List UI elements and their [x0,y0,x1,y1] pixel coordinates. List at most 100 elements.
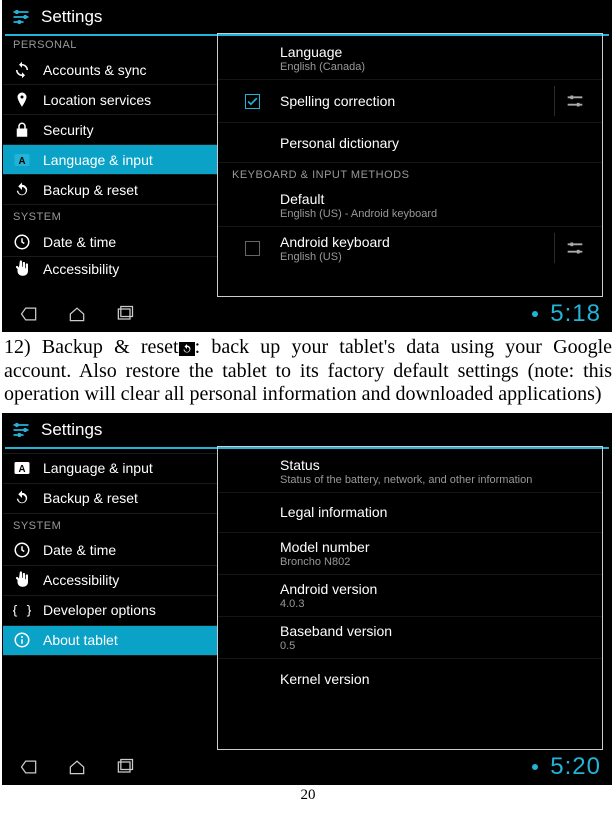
android-kb-settings-button[interactable] [554,233,594,263]
sidebar-item-backup[interactable]: Backup & reset [3,175,217,205]
entry-title: Kernel version [280,671,594,687]
sidebar-item-label: Date & time [43,542,116,558]
system-navbar: 5:18 [3,297,611,331]
info-icon [11,629,33,651]
settings-titlebar: Settings [3,414,611,446]
entry-title: Personal dictionary [280,135,594,151]
sidebar-item-label: Accessibility [43,261,119,277]
sidebar-item-label: Backup & reset [43,490,138,506]
page-number: 20 [2,787,614,804]
sidebar-item-accessibility[interactable]: Accessibility [3,566,217,596]
recent-apps-button[interactable] [105,300,145,328]
instruction-paragraph: 12) Backup & reset: back up your tablet'… [4,336,612,407]
entry-title: Spelling correction [280,93,554,109]
section-system: SYSTEM [3,205,217,227]
entry-title: Legal information [280,504,594,520]
entry-subtitle: 0.5 [280,640,594,652]
settings-icon [7,5,35,29]
entry-android-version[interactable]: Android version 4.0.3 [218,575,602,617]
sliders-icon [564,237,586,259]
entry-legal[interactable]: Legal information [218,493,602,533]
sidebar-item-label: About tablet [43,632,118,648]
sidebar-item-label: Backup & reset [43,182,138,198]
sidebar-item-backup[interactable]: Backup & reset [3,484,217,514]
reset-icon [11,487,33,509]
spelling-settings-button[interactable] [554,86,594,116]
sidebar-item-label: Developer options [43,602,156,618]
clock-icon [11,539,33,561]
entry-subtitle: Broncho N802 [280,556,594,568]
entry-default-kb[interactable]: Default English (US) - Android keyboard [218,185,602,227]
clock-icon [11,231,33,253]
sidebar-item-about[interactable]: About tablet [3,626,217,656]
sidebar-item-developer[interactable]: Developer options [3,596,217,626]
entry-language[interactable]: Language English (Canada) [218,38,602,80]
sidebar-item-label: Date & time [43,234,116,250]
sliders-icon [564,90,586,112]
back-button[interactable] [9,753,49,781]
entry-model[interactable]: Model number Broncho N802 [218,533,602,575]
screenshot-language-input: Settings PERSONAL Accounts & sync Locati… [2,0,612,332]
notification-dot [532,311,538,317]
status-clock: 5:18 [550,300,601,328]
entry-kernel[interactable]: Kernel version [218,659,602,699]
entry-title: Android version [280,581,594,597]
sidebar-item-language[interactable]: Language & input [3,145,217,175]
recent-apps-button[interactable] [105,753,145,781]
entry-subtitle: 4.0.3 [280,598,594,610]
entry-baseband[interactable]: Baseband version 0.5 [218,617,602,659]
entry-subtitle: English (US) [280,251,554,263]
entry-spelling[interactable]: Spelling correction [218,80,602,123]
entry-title: Default [280,191,594,207]
sidebar-item-label: Accounts & sync [43,62,147,78]
entry-dictionary[interactable]: Personal dictionary [218,123,602,163]
settings-icon [7,418,35,442]
reset-inline-icon [179,342,195,356]
section-system: SYSTEM [3,514,217,536]
screenshot-about-tablet: Settings Language & input Backup & reset… [2,413,612,785]
hand-icon [11,569,33,591]
sidebar-item-datetime[interactable]: Date & time [3,227,217,257]
settings-titlebar: Settings [3,1,611,33]
sidebar-item-label: Security [43,122,94,138]
sync-icon [11,59,33,81]
notification-dot [532,764,538,770]
entry-title: Android keyboard [280,234,554,250]
reset-icon [11,179,33,201]
settings-detail-pane: Status Status of the battery, network, a… [217,446,603,750]
settings-detail-pane: Language English (Canada) Spelling corre… [217,33,603,297]
document-page: Settings PERSONAL Accounts & sync Locati… [0,0,616,806]
sidebar-item-security[interactable]: Security [3,115,217,145]
checkbox-android-kb[interactable] [245,241,260,256]
entry-title: Baseband version [280,623,594,639]
sidebar-item-accounts[interactable]: Accounts & sync [3,55,217,85]
home-button[interactable] [57,300,97,328]
a-key-icon [11,457,33,479]
entry-title: Language [280,44,594,60]
section-keyboard: KEYBOARD & INPUT METHODS [218,163,602,185]
settings-sidebar: Language & input Backup & reset SYSTEM D… [3,446,217,750]
entry-title: Status [280,457,594,473]
entry-status[interactable]: Status Status of the battery, network, a… [218,451,602,493]
entry-subtitle: English (Canada) [280,61,594,73]
settings-title: Settings [41,420,102,440]
sidebar-item-language[interactable]: Language & input [3,454,217,484]
sidebar-item-label: Language & input [43,460,153,476]
checkbox-spelling[interactable] [245,94,260,109]
para-prefix: 12) Backup & reset [4,336,179,358]
sidebar-item-datetime[interactable]: Date & time [3,536,217,566]
back-button[interactable] [9,300,49,328]
home-button[interactable] [57,753,97,781]
sidebar-item-label: Location services [43,92,151,108]
sidebar-item-label: Accessibility [43,572,119,588]
settings-title: Settings [41,7,102,27]
a-key-icon [11,149,33,171]
section-personal: PERSONAL [3,33,217,55]
sidebar-item-location[interactable]: Location services [3,85,217,115]
sidebar-item-accessibility[interactable]: Accessibility [3,257,217,281]
lock-icon [11,119,33,141]
entry-subtitle: English (US) - Android keyboard [280,208,594,220]
hand-icon [11,258,33,280]
entry-android-kb[interactable]: Android keyboard English (US) [218,227,602,269]
entry-title: Model number [280,539,594,555]
